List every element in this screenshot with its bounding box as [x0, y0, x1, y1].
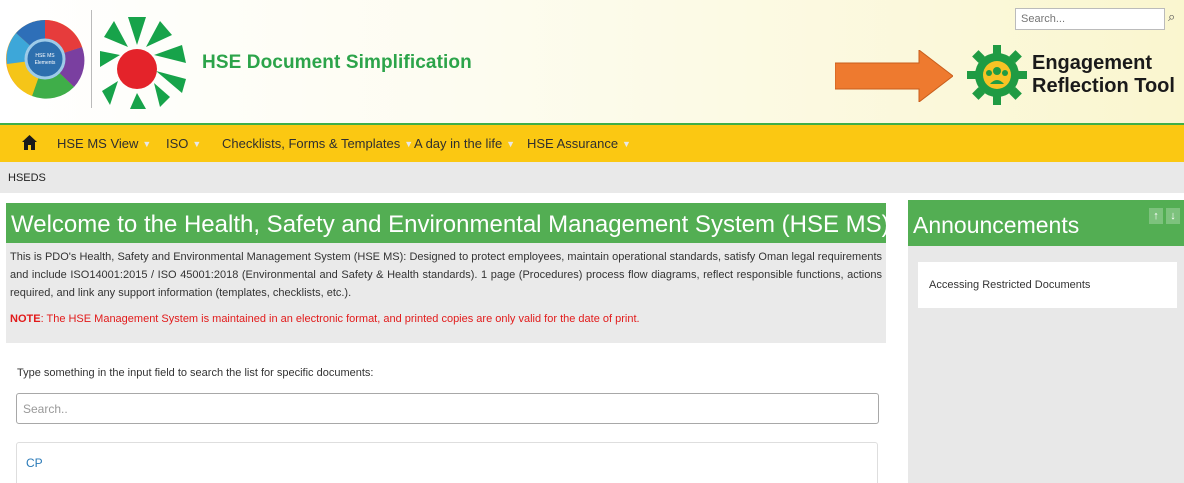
nav-item-hse-assurance[interactable]: HSE Assurance ▼	[527, 136, 631, 151]
welcome-description: This is PDO's Health, Safety and Environ…	[10, 251, 882, 299]
engagement-reflection-tool-link[interactable]: Engagement Reflection Tool	[1032, 52, 1175, 98]
announcements-heading: Announcements	[908, 200, 1184, 246]
nav-item-iso[interactable]: ISO ▼	[166, 136, 201, 151]
announcements-scroll-controls: ↑ ↓	[1149, 206, 1183, 224]
site-header: HSE MS Elements HSE Document Simplificat…	[0, 0, 1184, 123]
nav-item-day-in-life[interactable]: A day in the life ▼	[414, 136, 515, 151]
pdo-logo-icon[interactable]	[100, 9, 192, 109]
chevron-down-icon: ▼	[622, 139, 631, 149]
nav-item-label: A day in the life	[414, 136, 503, 151]
arrow-down-icon[interactable]: ↓	[1166, 208, 1180, 224]
search-hint: Type something in the input field to sea…	[17, 367, 374, 379]
note-label: NOTE	[10, 313, 41, 325]
site-search-input[interactable]	[1015, 8, 1165, 30]
note-body: : The HSE Management System is maintaine…	[40, 313, 640, 325]
chevron-down-icon: ▼	[506, 139, 516, 149]
breadcrumb-item[interactable]: HSEDS	[8, 172, 46, 184]
ert-line-1: Engagement	[1032, 52, 1153, 74]
announcement-label[interactable]: Accessing Restricted Documents	[929, 279, 1090, 291]
ert-line-2: Reflection Tool	[1032, 75, 1175, 97]
chevron-down-icon: ▼	[142, 139, 152, 149]
home-icon[interactable]	[21, 134, 38, 151]
engagement-gear-icon[interactable]	[966, 44, 1028, 106]
welcome-body: This is PDO's Health, Safety and Environ…	[6, 243, 886, 343]
welcome-heading: Welcome to the Health, Safety and Enviro…	[6, 203, 890, 243]
hse-ms-elements-wheel-icon[interactable]: HSE MS Elements	[4, 9, 86, 109]
nav-item-label: HSE Assurance	[527, 136, 619, 151]
note-text: NOTE: The HSE Management System is maint…	[10, 310, 882, 328]
nav-item-hse-ms-view[interactable]: HSE MS View ▼	[57, 136, 151, 151]
chevron-down-icon: ▼	[192, 139, 202, 149]
site-title[interactable]: HSE Document Simplification	[202, 52, 472, 74]
arrow-up-icon[interactable]: ↑	[1149, 208, 1163, 224]
chevron-down-icon: ▼	[404, 139, 414, 149]
list-item[interactable]: CP	[16, 442, 878, 483]
breadcrumb: HSEDS	[0, 162, 1184, 193]
main-nav: HSE MS View ▼ ISO ▼ Checklists, Forms & Te…	[0, 123, 1184, 162]
list-item-label[interactable]: CP	[26, 456, 43, 470]
document-search-input[interactable]	[16, 393, 879, 424]
svg-text:Elements: Elements	[35, 60, 56, 66]
nav-item-label: ISO	[166, 136, 189, 151]
nav-item-label: Checklists, Forms & Templates	[222, 136, 401, 151]
nav-item-label: HSE MS View	[57, 136, 139, 151]
header-divider	[91, 10, 92, 108]
svg-text:HSE MS: HSE MS	[35, 53, 55, 59]
nav-item-checklists[interactable]: Checklists, Forms & Templates ▼	[222, 136, 413, 151]
announcement-item[interactable]: Accessing Restricted Documents	[918, 262, 1177, 308]
arrow-right-icon	[835, 50, 953, 102]
search-icon[interactable]: ⌕	[1168, 9, 1175, 25]
